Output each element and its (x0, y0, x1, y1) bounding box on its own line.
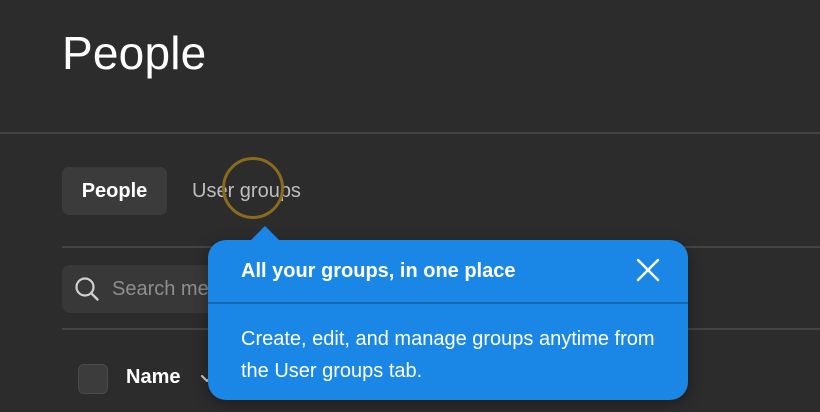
coachmark-divider (208, 302, 688, 304)
close-button[interactable] (632, 256, 664, 288)
coachmark-pointer (250, 226, 280, 241)
search-icon (74, 276, 100, 302)
coachmark-tooltip: All your groups, in one place Create, ed… (208, 226, 688, 400)
people-page: People People User groups Name All your … (0, 0, 820, 412)
tab-user-groups-label: User groups (192, 179, 301, 202)
select-all-checkbox[interactable] (78, 364, 108, 394)
tab-people[interactable]: People (62, 167, 167, 215)
coachmark-body: Create, edit, and manage groups anytime … (241, 328, 655, 382)
coachmark-title: All your groups, in one place (241, 260, 516, 282)
header-divider (0, 132, 820, 134)
close-icon (635, 257, 661, 288)
tab-people-label: People (81, 179, 148, 202)
page-title: People (62, 27, 207, 79)
tab-user-groups[interactable]: User groups (192, 167, 301, 215)
column-header-name[interactable]: Name (126, 366, 180, 389)
